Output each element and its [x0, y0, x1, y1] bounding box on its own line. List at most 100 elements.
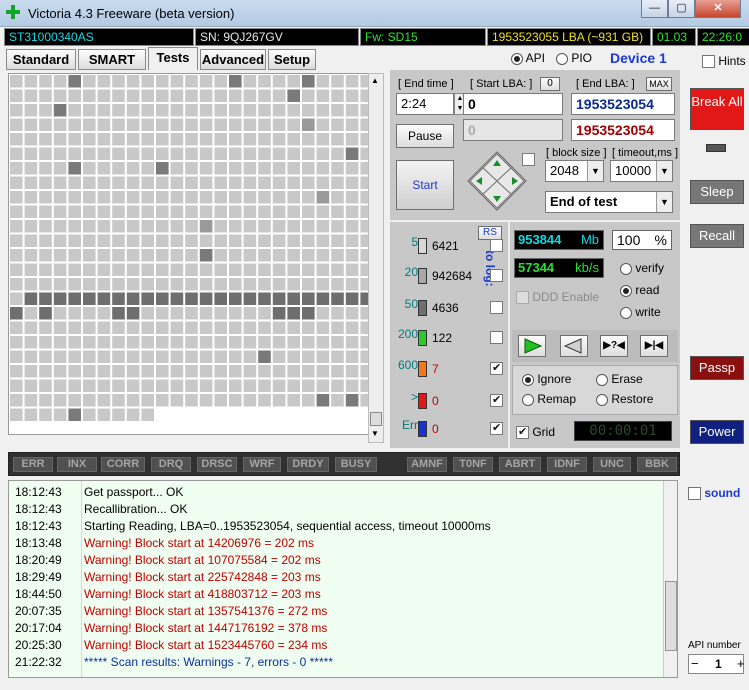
rewind-button[interactable] — [560, 335, 588, 357]
block-cell — [199, 176, 213, 189]
block-cell — [214, 162, 227, 175]
timeout-select[interactable]: 10000 ▼ — [610, 160, 673, 182]
power-button[interactable]: Power — [690, 420, 744, 444]
log-scroll-thumb[interactable] — [665, 581, 677, 651]
api-radio[interactable]: API — [511, 51, 545, 65]
tab-standard[interactable]: Standard — [6, 49, 76, 70]
block-cell — [170, 147, 184, 160]
restore-radio[interactable]: Restore — [596, 392, 653, 406]
log-checkbox[interactable] — [490, 361, 503, 375]
block-cell — [97, 292, 111, 305]
log-scrollbar[interactable] — [663, 481, 677, 677]
verify-radio[interactable]: verify — [620, 261, 664, 275]
block-cell — [24, 234, 38, 247]
erase-radio[interactable]: Erase — [596, 372, 643, 386]
block-cell — [185, 379, 198, 392]
minus-icon[interactable]: − — [691, 656, 699, 671]
percent-unit: % — [654, 232, 667, 248]
tab-setup[interactable]: Setup — [268, 49, 316, 70]
block-size-select[interactable]: 2048 ▼ — [545, 160, 604, 182]
ignore-radio[interactable]: Ignore — [522, 372, 571, 386]
block-cell — [229, 191, 242, 204]
block-cell — [302, 365, 315, 378]
error-flag-bbk: BBK — [637, 457, 677, 472]
title-bar[interactable]: Victoria 4.3 Freeware (beta version) — ▢… — [0, 0, 749, 27]
end-lba-field[interactable]: 1953523054 — [571, 93, 675, 115]
log-checkbox[interactable] — [490, 269, 503, 282]
block-cell — [97, 118, 111, 131]
block-cell — [112, 89, 125, 102]
scroll-down-icon[interactable]: ▼ — [371, 429, 379, 438]
block-cell — [112, 379, 125, 392]
block-cell — [68, 263, 81, 276]
block-cell — [185, 133, 198, 146]
scroll-up-icon[interactable]: ▲ — [371, 76, 379, 85]
tab-smart[interactable]: SMART — [78, 49, 146, 70]
log-checkbox[interactable] — [490, 239, 503, 252]
app-cross-icon — [6, 5, 20, 19]
pio-radio[interactable]: PIO — [556, 51, 592, 65]
end-action-select[interactable]: End of test ▼ — [545, 191, 673, 213]
grid-scrollbar[interactable]: ▼ ▲ — [368, 73, 384, 443]
block-cell — [345, 336, 359, 349]
tab-tests[interactable]: Tests — [148, 47, 198, 70]
log-message: Get passport... OK — [84, 485, 184, 499]
log-checkbox[interactable] — [490, 421, 503, 435]
block-cell — [141, 118, 154, 131]
block-cell — [141, 263, 154, 276]
seek-end-button[interactable]: ▶|◀ — [640, 335, 668, 357]
maximize-button[interactable]: ▢ — [668, 0, 695, 18]
ddd-checkbox[interactable]: DDD Enable — [516, 290, 599, 305]
play-button[interactable] — [518, 335, 546, 357]
block-cell — [331, 176, 344, 189]
block-cell — [316, 104, 330, 117]
start-lba-zero-button[interactable]: 0 — [540, 77, 560, 91]
minimize-button[interactable]: — — [641, 0, 668, 18]
ignore-label: Ignore — [537, 372, 572, 386]
speed-unit: kb/s — [575, 260, 599, 275]
block-cell — [272, 162, 286, 175]
write-radio[interactable]: write — [620, 305, 661, 319]
recall-button[interactable]: Recall — [690, 224, 744, 248]
block-cell — [170, 234, 184, 247]
block-cell — [156, 162, 169, 175]
block-cell — [53, 365, 67, 378]
hints-checkbox[interactable]: Hints — [702, 54, 746, 69]
grid-checkbox[interactable]: Grid — [516, 425, 555, 440]
block-cell — [316, 249, 330, 262]
block-cell — [214, 147, 227, 160]
block-cell — [170, 205, 184, 218]
sound-checkbox[interactable]: sound — [688, 486, 740, 501]
log-checkbox[interactable] — [490, 301, 503, 314]
max-lba-button[interactable]: MAX — [646, 77, 672, 91]
passp-button[interactable]: Passp — [690, 356, 744, 380]
close-button[interactable]: ✕ — [695, 0, 741, 18]
seek-unknown-button[interactable]: ▶?◀ — [600, 335, 628, 357]
pause-button[interactable]: Pause — [396, 124, 454, 148]
sleep-button[interactable]: Sleep — [690, 180, 744, 204]
block-cell — [331, 118, 344, 131]
plus-icon[interactable]: + — [737, 656, 745, 671]
direction-pad[interactable] — [466, 150, 528, 212]
block-cell — [185, 234, 198, 247]
block-cell — [331, 249, 344, 262]
scroll-thumb[interactable] — [370, 412, 382, 426]
block-cell — [10, 350, 23, 363]
block-cell — [243, 147, 257, 160]
start-button[interactable]: Start — [396, 160, 454, 210]
block-cell — [68, 147, 81, 160]
block-cell — [97, 220, 111, 233]
log-checkbox[interactable] — [490, 393, 503, 407]
remap-radio[interactable]: Remap — [522, 392, 576, 406]
read-radio[interactable]: read — [620, 283, 659, 297]
block-cell — [10, 249, 23, 262]
direction-checkbox[interactable] — [522, 152, 535, 167]
api-number-stepper[interactable]: − 1 + — [688, 654, 745, 674]
break-all-button[interactable]: Break All — [690, 88, 744, 130]
log-checkbox[interactable] — [490, 331, 503, 344]
start-lba-field[interactable]: 0 — [463, 93, 563, 115]
block-cell — [331, 263, 344, 276]
end-time-field[interactable]: 2:24 — [396, 93, 454, 115]
block-cell — [258, 350, 271, 363]
tab-advanced[interactable]: Advanced — [200, 49, 266, 70]
